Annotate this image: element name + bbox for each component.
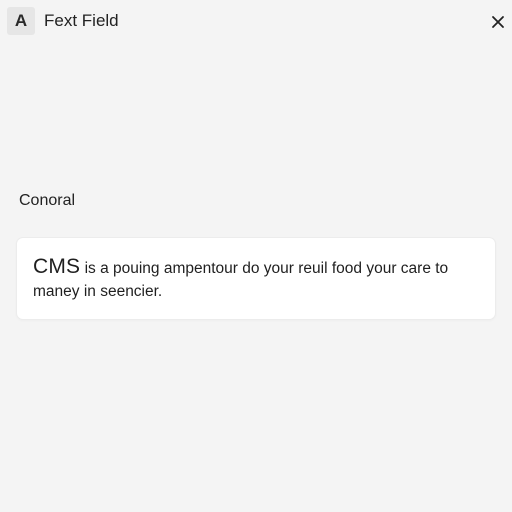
text-field-value-lead: CMS	[33, 255, 81, 278]
text-field-value-box[interactable]: CMS is a pouing ampentour do your reuil …	[17, 238, 495, 319]
panel-title: Fext Field	[44, 11, 119, 30]
text-field-value-body: is a pouing ampentour do your reuil food…	[33, 260, 449, 300]
text-field-panel: A Fext Field Conoral CMS is a pouing amp…	[0, 0, 512, 512]
text-field-type-icon: A	[7, 7, 35, 35]
text-field-value[interactable]: CMS is a pouing ampentour do your reuil …	[33, 255, 481, 303]
panel-header: A Fext Field	[0, 0, 512, 44]
close-icon[interactable]	[488, 12, 508, 32]
section-label: Conoral	[19, 192, 76, 209]
